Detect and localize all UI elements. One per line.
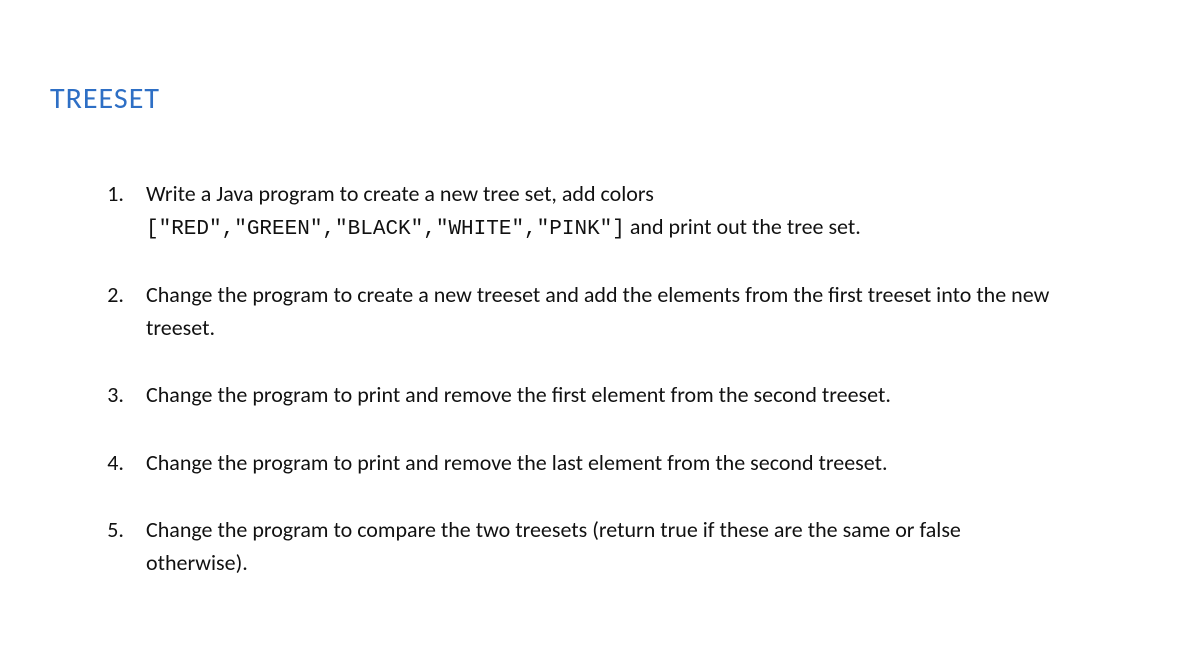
item-number: 3.: [90, 378, 124, 411]
list-item: 4. Change the program to print and remov…: [90, 446, 1050, 482]
item-content: Change the program to print and remove t…: [146, 446, 1050, 482]
item-content: Change the program to create a new trees…: [146, 278, 1050, 347]
item-number: 2.: [90, 278, 124, 311]
item-number: 5.: [90, 513, 124, 546]
item-number: 4.: [90, 446, 124, 479]
list-item: 5. Change the program to compare the two…: [90, 513, 1050, 582]
item-content: Change the program to compare the two tr…: [146, 513, 1050, 582]
list-item: 1. Write a Java program to create a new …: [90, 177, 1050, 246]
item-text-pre: Change the program to compare the two tr…: [146, 516, 961, 576]
item-text-post: and print out the tree set.: [630, 213, 861, 240]
item-content: Change the program to print and remove t…: [146, 378, 1050, 414]
item-content: Write a Java program to create a new tre…: [146, 177, 1050, 246]
list-item: 3. Change the program to print and remov…: [90, 378, 1050, 414]
item-text-pre: Change the program to create a new trees…: [146, 281, 1049, 341]
item-number: 1.: [90, 177, 124, 210]
item-text-pre: Write a Java program to create a new tre…: [146, 180, 654, 207]
page-heading: TREESET: [50, 80, 1150, 117]
list-item: 2. Change the program to create a new tr…: [90, 278, 1050, 347]
item-code: ["RED","GREEN","BLACK","WHITE","PINK"]: [146, 218, 625, 241]
item-text-pre: Change the program to print and remove t…: [146, 381, 891, 408]
exercise-list: 1. Write a Java program to create a new …: [50, 177, 1050, 582]
item-text-pre: Change the program to print and remove t…: [146, 449, 888, 476]
